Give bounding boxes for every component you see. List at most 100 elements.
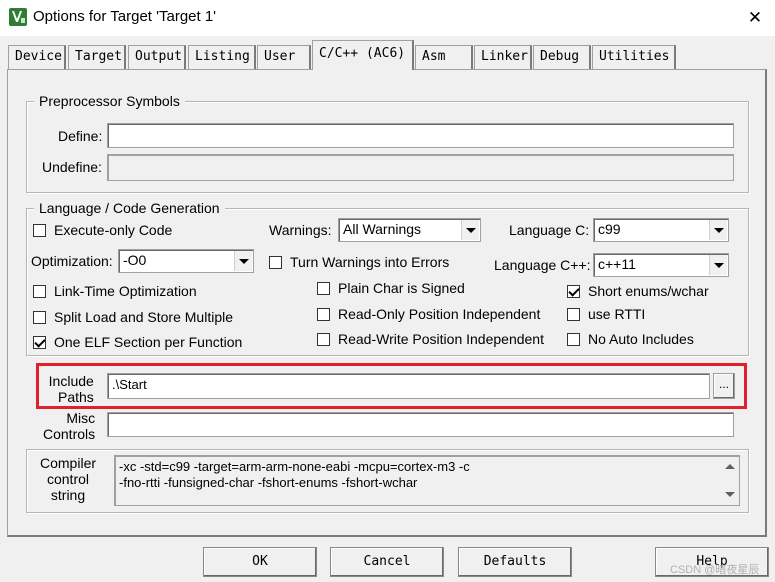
tab-linker[interactable]: Linker xyxy=(474,45,532,69)
checkbox-box xyxy=(567,332,580,346)
compiler-control-scrollbar[interactable] xyxy=(720,456,739,505)
language-c-value: c99 xyxy=(598,221,621,237)
execute-only-checkbox[interactable]: Execute-only Code xyxy=(33,222,172,238)
scroll-up-icon[interactable] xyxy=(725,464,735,469)
dropdown-arrow-icon xyxy=(461,220,479,240)
checkbox-label: One ELF Section per Function xyxy=(54,334,243,350)
tab-label: Asm xyxy=(422,49,446,64)
tab-user[interactable]: User xyxy=(257,45,311,69)
checkbox-label: Read-Write Position Independent xyxy=(338,331,544,347)
tab-listing[interactable]: Listing xyxy=(188,45,256,69)
dropdown-arrow-icon xyxy=(709,255,727,275)
optimization-select[interactable]: -O0 xyxy=(118,249,254,273)
include-paths-browse-button[interactable]: ... xyxy=(713,373,735,399)
language-cpp-select[interactable]: c++11 xyxy=(593,253,729,277)
compiler-control-string: -xc -std=c99 -target=arm-arm-none-eabi -… xyxy=(114,455,740,506)
scroll-down-icon[interactable] xyxy=(725,492,735,497)
link-time-optimization-checkbox[interactable]: Link-Time Optimization xyxy=(33,283,197,299)
close-icon: ✕ xyxy=(747,8,763,27)
checkbox-label: use RTTI xyxy=(588,306,646,322)
keil-app-icon xyxy=(9,8,27,26)
language-c-select[interactable]: c99 xyxy=(593,218,729,242)
checkbox-box xyxy=(33,310,46,324)
tab-debug[interactable]: Debug xyxy=(533,45,591,69)
language-cpp-label: Language C++: xyxy=(494,257,591,273)
checkbox-box xyxy=(317,307,330,321)
short-enums-checkbox[interactable]: Short enums/wchar xyxy=(567,283,709,299)
optimization-value: -O0 xyxy=(123,252,147,268)
tab-label: Device xyxy=(15,49,62,64)
plain-char-signed-checkbox[interactable]: Plain Char is Signed xyxy=(317,280,465,296)
checkbox-label: Plain Char is Signed xyxy=(338,280,465,296)
preprocessor-legend: Preprocessor Symbols xyxy=(34,93,185,109)
use-rtti-checkbox[interactable]: use RTTI xyxy=(567,306,645,322)
define-label: Define: xyxy=(58,128,103,144)
one-elf-section-checkbox[interactable]: One ELF Section per Function xyxy=(33,334,242,350)
label-line: Misc xyxy=(66,410,96,426)
cancel-button[interactable]: Cancel xyxy=(330,547,444,577)
tab-label: Output xyxy=(135,49,182,64)
checkbox-label: Execute-only Code xyxy=(54,222,173,238)
tab-utilities[interactable]: Utilities xyxy=(592,45,676,69)
language-c-label: Language C: xyxy=(509,222,590,238)
tab-label: Debug xyxy=(540,49,580,64)
include-paths-field[interactable]: .\Start xyxy=(107,373,710,399)
checkbox-box xyxy=(33,223,46,237)
split-load-store-checkbox[interactable]: Split Load and Store Multiple xyxy=(33,309,233,325)
warnings-as-errors-checkbox[interactable]: Turn Warnings into Errors xyxy=(269,254,449,270)
tab-label: Utilities xyxy=(599,49,670,64)
checkbox-box xyxy=(317,281,330,295)
checkbox-label: No Auto Includes xyxy=(588,331,694,347)
label-line: Include xyxy=(48,373,94,389)
read-write-pi-checkbox[interactable]: Read-Write Position Independent xyxy=(317,331,544,347)
checkbox-label: Short enums/wchar xyxy=(588,283,709,299)
tab-label: Linker xyxy=(481,49,528,64)
close-button[interactable]: ✕ xyxy=(740,4,770,32)
label-line: Controls xyxy=(43,426,96,442)
control-string-line: -fno-rtti -funsigned-char -fshort-enums … xyxy=(119,475,418,490)
dropdown-arrow-icon xyxy=(709,220,727,240)
misc-controls-label: Misc Controls xyxy=(43,410,95,442)
checkbox-label: Turn Warnings into Errors xyxy=(290,254,450,270)
tab-cpp-ac6[interactable]: C/C++ (AC6) xyxy=(312,40,414,70)
defaults-button[interactable]: Defaults xyxy=(458,547,572,577)
title-bar: Options for Target 'Target 1' ✕ xyxy=(0,0,775,36)
control-string-line: -xc -std=c99 -target=arm-arm-none-eabi -… xyxy=(119,459,470,474)
dropdown-arrow-icon xyxy=(234,251,252,271)
tab-label: Target xyxy=(75,49,122,64)
checkbox-label: Split Load and Store Multiple xyxy=(54,309,233,325)
undefine-field xyxy=(107,154,734,181)
checkbox-box xyxy=(317,332,330,346)
no-auto-includes-checkbox[interactable]: No Auto Includes xyxy=(567,331,694,347)
checkbox-box xyxy=(269,255,282,269)
compiler-control-label: Compiler control string xyxy=(40,455,96,503)
warnings-label: Warnings: xyxy=(269,222,332,238)
tab-asm[interactable]: Asm xyxy=(415,45,473,69)
codegen-legend: Language / Code Generation xyxy=(34,200,225,216)
tab-label: User xyxy=(264,49,296,64)
label-line: string xyxy=(50,487,86,503)
tab-device[interactable]: Device xyxy=(8,45,66,69)
define-field[interactable] xyxy=(107,123,734,148)
misc-controls-field[interactable] xyxy=(107,412,734,437)
include-paths-label: Include Paths xyxy=(48,373,94,405)
label-line: control xyxy=(46,471,90,487)
warnings-select[interactable]: All Warnings xyxy=(338,218,481,242)
tab-label: Listing xyxy=(195,49,250,64)
watermark: CSDN @暗夜星辰 xyxy=(670,564,760,576)
tab-target[interactable]: Target xyxy=(68,45,126,69)
tab-output[interactable]: Output xyxy=(128,45,186,69)
checkbox-label: Link-Time Optimization xyxy=(54,283,197,299)
ok-button[interactable]: OK xyxy=(203,547,317,577)
checkbox-box xyxy=(567,307,580,321)
checkbox-label: Read-Only Position Independent xyxy=(338,306,541,322)
language-cpp-value: c++11 xyxy=(598,256,636,272)
read-only-pi-checkbox[interactable]: Read-Only Position Independent xyxy=(317,306,540,322)
checkbox-box-checked xyxy=(567,284,580,298)
checkbox-box-checked xyxy=(33,335,46,349)
label-line: Paths xyxy=(58,389,94,405)
tab-label: C/C++ (AC6) xyxy=(319,46,406,61)
label-line: Compiler xyxy=(40,455,97,471)
undefine-label: Undefine: xyxy=(42,159,102,175)
optimization-label: Optimization: xyxy=(31,253,113,269)
